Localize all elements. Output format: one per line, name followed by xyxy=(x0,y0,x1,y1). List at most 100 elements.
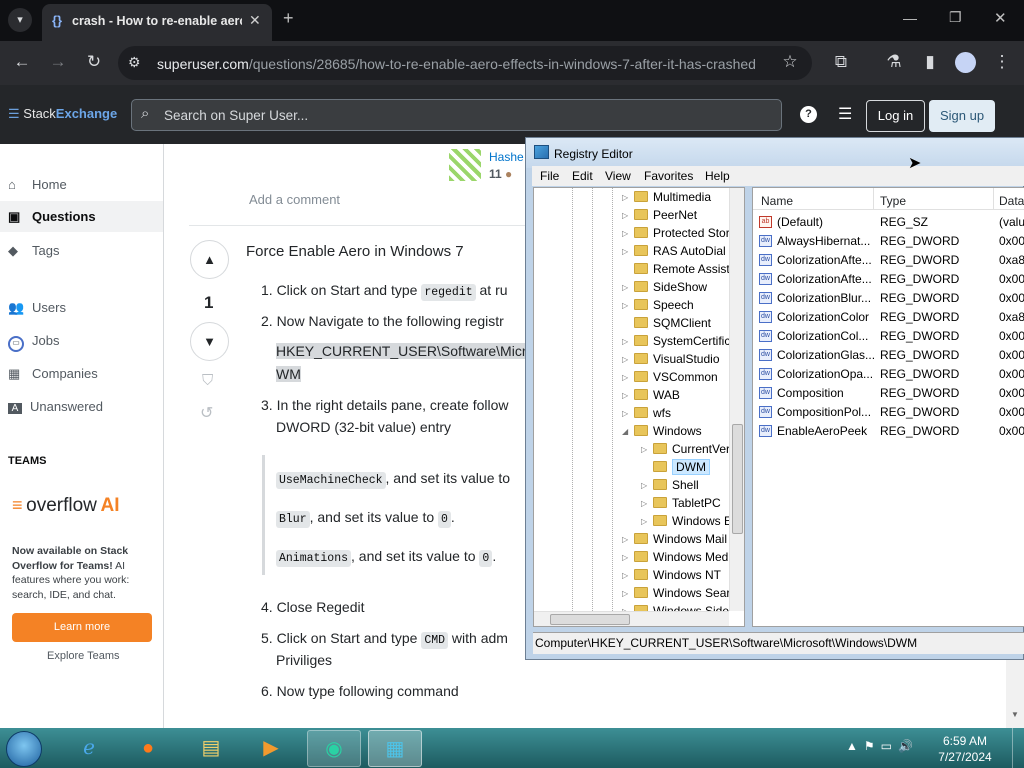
tree-expander-icon[interactable]: ▷ xyxy=(622,391,628,400)
nav-tags[interactable]: ◆ Tags xyxy=(8,243,59,259)
bookmark-icon[interactable]: ⛉ xyxy=(202,372,213,389)
tree-node[interactable]: ▷ Speech xyxy=(622,298,694,312)
tree-node[interactable]: ◢ Windows xyxy=(622,424,702,438)
extensions-icon[interactable]: ⧉ xyxy=(829,52,853,72)
labs-icon[interactable]: ⚗ xyxy=(882,52,906,72)
menu-view[interactable]: View xyxy=(605,169,631,183)
registry-value-row[interactable]: dw Composition REG_DWORD 0x000 xyxy=(753,384,1024,403)
ie-taskbar-icon[interactable]: ℯ xyxy=(62,730,116,767)
downvote-button[interactable]: ▼ xyxy=(190,322,229,361)
tree-node[interactable]: ▷ Windows Sear xyxy=(622,586,730,600)
regedit-titlebar[interactable]: Registry Editor xyxy=(526,138,1024,168)
tree-expander-icon[interactable]: ▷ xyxy=(622,229,628,238)
side-panel-icon[interactable]: ▮ xyxy=(918,52,942,72)
tree-node[interactable]: ▷ wfs xyxy=(622,406,671,420)
tree-expander-icon[interactable]: ▷ xyxy=(622,553,628,562)
tab-search-icon[interactable]: ▾ xyxy=(8,8,32,32)
explore-teams-link[interactable]: Explore Teams xyxy=(47,650,120,662)
nav-unanswered[interactable]: A Unanswered xyxy=(8,399,103,414)
registry-value-row[interactable]: dw ColorizationAfte... REG_DWORD 0x000 xyxy=(753,270,1024,289)
start-button[interactable] xyxy=(6,731,42,767)
tree-node[interactable]: ▷ TabletPC xyxy=(641,496,721,510)
registry-value-row[interactable]: dw EnableAeroPeek REG_DWORD 0x000 xyxy=(753,422,1024,441)
tree-node[interactable]: ▷ WAB xyxy=(622,388,680,402)
media-player-taskbar-icon[interactable]: ▶ xyxy=(244,730,298,767)
tree-node[interactable]: Remote Assist xyxy=(634,262,730,276)
col-data[interactable]: Data xyxy=(999,194,1024,208)
registry-value-row[interactable]: dw ColorizationOpa... REG_DWORD 0x000 xyxy=(753,365,1024,384)
col-name[interactable]: Name xyxy=(761,194,793,208)
nav-home[interactable]: ⌂ Home xyxy=(8,177,67,192)
tree-node[interactable]: ▷ SystemCertific xyxy=(622,334,730,348)
browser-tab[interactable]: {} crash - How to re-enable aero ✕ xyxy=(42,4,272,41)
tree-hscrollbar[interactable] xyxy=(534,611,729,626)
tree-expander-icon[interactable]: ▷ xyxy=(622,301,628,310)
tree-expander-icon[interactable]: ▷ xyxy=(622,193,628,202)
registry-value-row[interactable]: dw ColorizationCol... REG_DWORD 0x000 xyxy=(753,327,1024,346)
tree-node[interactable]: ▷ RAS AutoDial xyxy=(622,244,726,258)
registry-value-row[interactable]: dw ColorizationColor REG_DWORD 0xa80 xyxy=(753,308,1024,327)
nav-users[interactable]: 👥 Users xyxy=(8,300,66,316)
history-icon[interactable]: ↺ xyxy=(200,403,213,423)
tree-expander-icon[interactable]: ▷ xyxy=(622,355,628,364)
tree-node[interactable]: SQMClient xyxy=(634,316,711,330)
regedit-taskbar-icon[interactable]: ▦ xyxy=(368,730,422,767)
site-search-input[interactable]: ⌕ Search on Super User... xyxy=(131,99,782,131)
close-window-icon[interactable]: ✕ xyxy=(994,9,1007,27)
tray-icons[interactable]: ▲⚑▭🔊 xyxy=(846,739,919,753)
site-switcher-icon[interactable]: ☰ xyxy=(838,104,852,124)
menu-file[interactable]: File xyxy=(540,169,559,183)
tree-node[interactable]: ▷ Multimedia xyxy=(622,190,711,204)
registry-value-row[interactable]: dw CompositionPol... REG_DWORD 0x000 xyxy=(753,403,1024,422)
tree-expander-icon[interactable]: ▷ xyxy=(622,571,628,580)
nav-jobs[interactable]: ▭ Jobs xyxy=(8,333,59,352)
taskbar-clock[interactable]: 6:59 AM 7/27/2024 xyxy=(935,733,995,765)
tree-node[interactable]: DWM xyxy=(653,459,710,475)
tree-node[interactable]: ▷ Shell xyxy=(641,478,699,492)
app-taskbar-icon[interactable]: ◉ xyxy=(307,730,361,767)
tree-expander-icon[interactable]: ▷ xyxy=(622,247,628,256)
tree-expander-icon[interactable]: ▷ xyxy=(622,211,628,220)
reload-icon[interactable]: ↻ xyxy=(82,52,106,72)
back-icon[interactable]: ← xyxy=(10,52,34,72)
tree-expander-icon[interactable]: ▷ xyxy=(641,517,647,526)
tree-hscroll-thumb[interactable] xyxy=(550,614,630,625)
registry-value-row[interactable]: dw ColorizationBlur... REG_DWORD 0x000 xyxy=(753,289,1024,308)
registry-value-row[interactable]: dw ColorizationAfte... REG_DWORD 0xa80 xyxy=(753,251,1024,270)
tree-expander-icon[interactable]: ▷ xyxy=(622,589,628,598)
tree-expander-icon[interactable]: ▷ xyxy=(641,445,647,454)
login-button[interactable]: Log in xyxy=(866,100,925,132)
registry-value-row[interactable]: ab (Default) REG_SZ (valu xyxy=(753,213,1024,232)
signup-button[interactable]: Sign up xyxy=(929,100,995,132)
user-avatar[interactable] xyxy=(449,149,481,181)
show-desktop-button[interactable] xyxy=(1012,728,1024,768)
nav-companies[interactable]: ▦ Companies xyxy=(8,366,98,382)
firefox-taskbar-icon[interactable]: ● xyxy=(121,730,175,767)
registry-value-row[interactable]: dw ColorizationGlas... REG_DWORD 0x000 xyxy=(753,346,1024,365)
menu-edit[interactable]: Edit xyxy=(572,169,593,183)
scroll-down-icon[interactable]: ▼ xyxy=(1011,710,1019,719)
registry-value-row[interactable]: dw AlwaysHibernat... REG_DWORD 0x000 xyxy=(753,232,1024,251)
menu-help[interactable]: Help xyxy=(705,169,730,183)
tree-node[interactable]: ▷ Protected Stor xyxy=(622,226,730,240)
tree-node[interactable]: ▷ PeerNet xyxy=(622,208,697,222)
url-text[interactable]: superuser.com/questions/28685/how-to-re-… xyxy=(157,56,756,72)
bookmark-star-icon[interactable]: ☆ xyxy=(778,52,802,72)
registry-values-pane[interactable]: Name Type Data ab (Default) REG_SZ (valu dw A… xyxy=(752,187,1024,627)
tree-expander-icon[interactable]: ▷ xyxy=(641,481,647,490)
tab-close-icon[interactable]: ✕ xyxy=(249,12,261,29)
tree-node[interactable]: ▷ VSCommon xyxy=(622,370,718,384)
new-tab-icon[interactable]: + xyxy=(283,8,294,29)
restore-icon[interactable]: ❐ xyxy=(949,9,962,26)
tree-expander-icon[interactable]: ▷ xyxy=(622,535,628,544)
tree-expander-icon[interactable]: ▷ xyxy=(622,337,628,346)
minimize-icon[interactable]: — xyxy=(903,10,917,26)
nav-questions[interactable]: ▣ Questions xyxy=(0,201,163,232)
tree-expander-icon[interactable]: ▷ xyxy=(641,499,647,508)
menu-favorites[interactable]: Favorites xyxy=(644,169,693,183)
tree-node[interactable]: ▷ Windows E xyxy=(641,514,732,528)
user-name[interactable]: Hashe xyxy=(489,150,524,164)
site-info-icon[interactable]: ⚙ xyxy=(128,54,141,71)
stackexchange-logo[interactable]: ☰ StackExchange xyxy=(8,106,117,122)
tree-node[interactable]: ▷ VisualStudio xyxy=(622,352,720,366)
